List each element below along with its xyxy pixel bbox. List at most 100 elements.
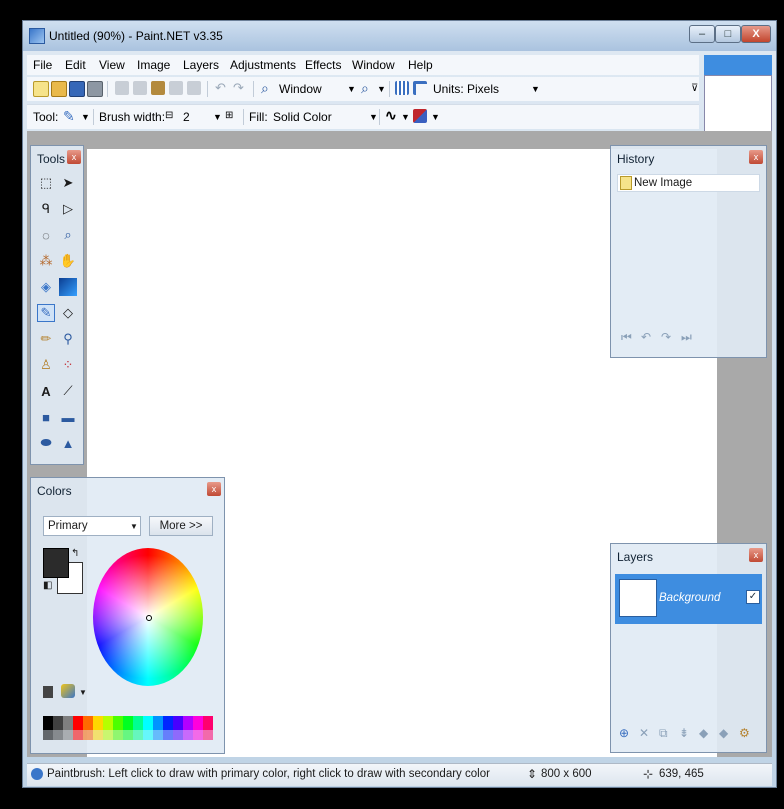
menu-adjustments[interactable]: Adjustments — [230, 58, 296, 72]
delete-layer-icon[interactable]: ✕ — [639, 726, 649, 740]
eraser-icon[interactable]: ◇ — [59, 304, 77, 322]
palette-swatch-dim[interactable] — [63, 730, 73, 740]
palette-swatch-dim[interactable] — [53, 730, 63, 740]
palette-swatch[interactable] — [113, 716, 123, 730]
crop-icon[interactable] — [169, 81, 183, 95]
chevron-down-icon[interactable]: ▼ — [531, 84, 540, 94]
paint-bucket-icon[interactable]: ◈ — [37, 278, 55, 296]
move-layer-up-icon[interactable]: ◆ — [699, 726, 708, 740]
fill-select[interactable]: Solid Color — [273, 110, 332, 124]
increase-width-icon[interactable]: ⊞ — [225, 110, 233, 121]
decrease-width-icon[interactable]: ⊟ — [165, 110, 173, 121]
rectangle-icon[interactable]: ■ — [37, 408, 55, 426]
copy-icon[interactable] — [133, 81, 147, 95]
chevron-down-icon[interactable]: ▼ — [347, 84, 356, 94]
palette-swatch[interactable] — [193, 716, 203, 730]
palette-swatch[interactable] — [43, 716, 53, 730]
merge-layer-icon[interactable]: ⇟ — [679, 726, 689, 740]
cut-icon[interactable] — [115, 81, 129, 95]
undo-icon[interactable]: ↶ — [641, 330, 651, 344]
rewind-icon[interactable]: ⏮ — [621, 330, 632, 345]
palette-swatch-dim[interactable] — [153, 730, 163, 740]
image-thumbnail[interactable] — [704, 75, 772, 133]
pan-hand-icon[interactable]: ✋ — [59, 252, 77, 270]
palette-swatch[interactable] — [103, 716, 113, 730]
palette-swatch[interactable] — [183, 716, 193, 730]
palette-swatch-dim[interactable] — [103, 730, 113, 740]
clone-stamp-icon[interactable]: ♙ — [37, 356, 55, 374]
menu-help[interactable]: Help — [408, 58, 433, 72]
zoom-tool-icon[interactable]: ⌕ — [59, 226, 77, 244]
chevron-down-icon[interactable]: ▼ — [431, 112, 440, 122]
grid-icon[interactable] — [395, 81, 409, 95]
paste-icon[interactable] — [151, 81, 165, 95]
palette-swatch[interactable] — [173, 716, 183, 730]
menu-edit[interactable]: Edit — [65, 58, 86, 72]
palette-swatch[interactable] — [83, 716, 93, 730]
title-bar[interactable]: Untitled (90%) - Paint.NET v3.35 – □ X — [23, 21, 776, 51]
palette-swatch-dim[interactable] — [133, 730, 143, 740]
line-curve-icon[interactable]: ⟋ — [59, 382, 77, 400]
chevron-down-icon[interactable]: ▼ — [213, 112, 222, 122]
freeform-shape-icon[interactable]: ▲ — [59, 434, 77, 452]
palette-swatch-dim[interactable] — [203, 730, 213, 740]
redo-icon[interactable]: ↷ — [233, 81, 247, 95]
palette-swatch-dim[interactable] — [193, 730, 203, 740]
color-picker-icon[interactable]: ⚲ — [59, 330, 77, 348]
paintbrush-tool-icon[interactable]: ✎ — [37, 304, 55, 322]
chevron-down-icon[interactable]: ▼ — [401, 112, 410, 122]
palette-swatch[interactable] — [133, 716, 143, 730]
close-button[interactable]: X — [741, 25, 771, 43]
palette-swatch-dim[interactable] — [143, 730, 153, 740]
move-selection-icon[interactable]: ➤ — [59, 174, 77, 192]
units-select[interactable]: Pixels — [467, 82, 499, 96]
palette-swatch-dim[interactable] — [93, 730, 103, 740]
recolor-icon[interactable]: ⁘ — [59, 356, 77, 374]
layer-row[interactable]: Background ✓ — [615, 574, 762, 624]
palette-swatch-dim[interactable] — [43, 730, 53, 740]
antialiasing-icon[interactable]: ∿ — [385, 107, 397, 124]
palette-swatch[interactable] — [53, 716, 63, 730]
ellipse-select-icon[interactable]: ◌ — [37, 226, 55, 244]
maximize-button[interactable]: □ — [715, 25, 741, 43]
palette-swatch[interactable] — [93, 716, 103, 730]
palette-swatch[interactable] — [203, 716, 213, 730]
text-icon[interactable]: A — [37, 382, 55, 400]
chevron-down-icon[interactable]: ▼ — [81, 112, 90, 122]
history-item[interactable]: New Image — [617, 174, 760, 192]
save-icon[interactable] — [69, 81, 85, 97]
palette-swatch[interactable] — [153, 716, 163, 730]
palette-swatch[interactable] — [163, 716, 173, 730]
magic-wand-icon[interactable]: ⁂ — [37, 252, 55, 270]
add-layer-icon[interactable]: ⊕ — [619, 726, 629, 740]
minimize-button[interactable]: – — [689, 25, 715, 43]
menu-layers[interactable]: Layers — [183, 58, 219, 72]
tools-panel-close-button[interactable]: x — [67, 150, 81, 164]
palette-swatch[interactable] — [63, 716, 73, 730]
fast-forward-icon[interactable]: ⏭ — [681, 330, 692, 345]
palette-swatch-dim[interactable] — [73, 730, 83, 740]
palette-swatch[interactable] — [73, 716, 83, 730]
rectangle-select-icon[interactable]: ⬚ — [37, 174, 55, 192]
menu-window[interactable]: Window — [352, 58, 395, 72]
menu-view[interactable]: View — [99, 58, 125, 72]
pencil-icon[interactable]: ✏ — [37, 330, 55, 348]
rounded-rectangle-icon[interactable]: ▬ — [59, 408, 77, 426]
palette-swatch-dim[interactable] — [163, 730, 173, 740]
undo-icon[interactable]: ↶ — [215, 81, 229, 95]
rulers-icon[interactable] — [413, 81, 427, 95]
palette-swatch-dim[interactable] — [173, 730, 183, 740]
paintbrush-icon[interactable]: ✎ — [63, 109, 77, 123]
palette-swatch[interactable] — [143, 716, 153, 730]
layer-visibility-checkbox[interactable]: ✓ — [746, 590, 760, 604]
zoom-in-icon[interactable]: ⌕ — [361, 81, 375, 95]
gradient-icon[interactable] — [59, 278, 77, 296]
open-icon[interactable] — [51, 81, 67, 97]
lasso-select-icon[interactable]: ᑫ — [37, 200, 55, 218]
layers-panel-close-button[interactable]: x — [749, 548, 763, 562]
chevron-down-icon[interactable]: ▼ — [369, 112, 378, 122]
ellipse-icon[interactable]: ⬬ — [37, 434, 55, 452]
zoom-mode-select[interactable]: Window — [279, 82, 322, 96]
move-selected-icon[interactable]: ▷ — [59, 200, 77, 218]
deselect-icon[interactable] — [187, 81, 201, 95]
